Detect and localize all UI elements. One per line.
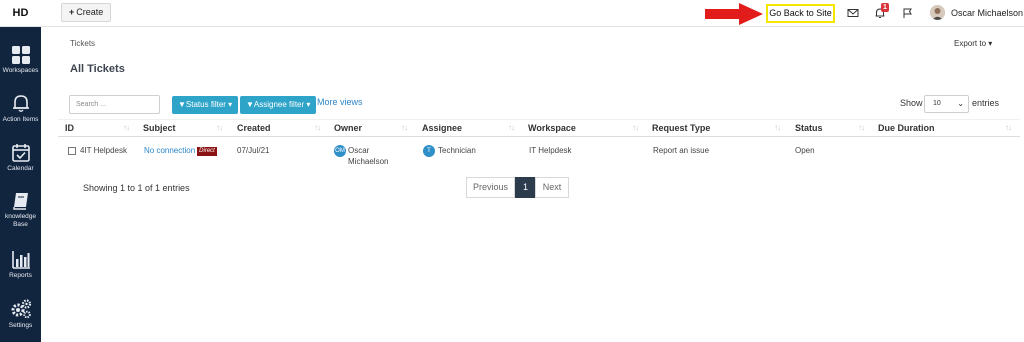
sidebar-item-label: Calendar [7, 165, 34, 172]
user-avatar[interactable] [930, 5, 945, 20]
entries-label: entries [972, 98, 1000, 108]
owner-last-name: Michaelson [348, 157, 389, 166]
sidebar-item-label: Action Items [2, 116, 39, 123]
sort-icon[interactable]: ↑↓ [1005, 123, 1012, 132]
column-header-created[interactable]: Created [237, 123, 271, 133]
sidebar-item-label: Settings [8, 322, 33, 329]
column-header-owner[interactable]: Owner [334, 123, 362, 133]
flag-icon[interactable] [900, 6, 914, 20]
more-views-link[interactable]: More views [317, 97, 363, 107]
column-header-due-duration[interactable]: Due Duration [878, 123, 935, 133]
ticket-status: Open [795, 146, 815, 155]
gears-icon [11, 299, 31, 319]
grid-icon [11, 46, 30, 64]
direct-tag: Direct [197, 147, 217, 156]
ticket-subject: No connection Direct [144, 146, 217, 156]
assignee-avatar: T [423, 145, 435, 157]
sort-icon[interactable]: ↑↓ [314, 123, 321, 132]
status-filter-button[interactable]: ▼Status filter ▾ [172, 96, 239, 114]
ticket-request-type: Report an issue [653, 146, 710, 155]
filter-icon: ▼ [178, 100, 186, 109]
chevron-down-icon: ⌄ [957, 99, 964, 108]
sidebar-item-calendar[interactable]: Calendar [0, 143, 41, 173]
create-button[interactable]: + Create [61, 3, 112, 22]
entries-summary: Showing 1 to 1 of 1 entries [83, 183, 190, 193]
bell-icon [12, 95, 29, 112]
column-header-id[interactable]: ID [65, 123, 74, 133]
calendar-icon [11, 144, 30, 162]
next-page-button[interactable]: Next [535, 177, 569, 198]
sort-icon[interactable]: ↑↓ [508, 123, 515, 132]
ticket-assignee: Technician [438, 146, 476, 155]
column-header-assignee[interactable]: Assignee [422, 123, 462, 133]
sidebar-item-label: Workspaces [2, 67, 39, 74]
sidebar-item-knowledge-base[interactable]: knowledge Base [0, 191, 41, 229]
sort-icon[interactable]: ↑↓ [632, 123, 639, 132]
entries-per-page-select[interactable]: 10 ⌄ [924, 95, 969, 113]
column-header-status[interactable]: Status [795, 123, 823, 133]
sort-icon[interactable]: ↑↓ [216, 123, 223, 132]
breadcrumb[interactable]: Tickets [70, 39, 95, 48]
sidebar-item-settings[interactable]: Settings [0, 299, 41, 330]
sort-icon[interactable]: ↑↓ [774, 123, 781, 132]
export-label: Export to [954, 39, 987, 48]
sidebar-item-workspaces[interactable]: Workspaces [0, 46, 41, 75]
column-header-subject[interactable]: Subject [143, 123, 176, 133]
sidebar-item-reports[interactable]: Reports [0, 250, 41, 280]
sort-icon[interactable]: ↑↓ [401, 123, 408, 132]
caret-down-icon: ▾ [986, 39, 993, 48]
sidebar-item-label: Reports [9, 272, 32, 279]
user-photo-icon [930, 5, 945, 20]
owner-avatar: OM [334, 145, 346, 157]
create-label: Create [76, 7, 104, 17]
bar-chart-icon [11, 251, 30, 269]
page-1-button[interactable]: 1 [515, 177, 536, 198]
previous-page-button[interactable]: Previous [466, 177, 515, 198]
notification-count-badge: 1 [881, 3, 889, 12]
mail-icon[interactable] [846, 6, 860, 20]
caret-down-icon: ▾ [304, 100, 311, 109]
sidebar-item-label: knowledge Base [4, 213, 37, 228]
row-checkbox[interactable] [68, 147, 76, 155]
plus-icon: + [69, 7, 75, 17]
column-header-workspace[interactable]: Workspace [528, 123, 576, 133]
assignee-filter-label: Assignee filter [253, 100, 305, 109]
go-back-to-site-link[interactable]: Go Back to Site [766, 4, 835, 23]
sidebar-item-action-items[interactable]: Action Items [0, 94, 41, 124]
assignee-filter-button[interactable]: ▼Assignee filter ▾ [240, 96, 317, 114]
ticket-subject-link[interactable]: No connection [144, 146, 195, 155]
top-bar: HD + Create Go Back to Site 1 Oscar Micha… [0, 0, 1024, 27]
search-input[interactable]: Search ... [69, 95, 160, 114]
user-name[interactable]: Oscar Michaelson [951, 0, 1023, 27]
column-header-request-type[interactable]: Request Type [652, 123, 710, 133]
table-header: ID ↑↓ Subject ↑↓ Created ↑↓ Owner ↑↓ Ass… [58, 119, 1020, 137]
ticket-id: 4IT Helpdesk [80, 146, 127, 155]
export-to-dropdown[interactable]: Export to ▾ [954, 39, 992, 48]
status-filter-label: Status filter [185, 100, 226, 109]
caret-down-icon: ▾ [225, 100, 233, 109]
red-arrow-icon [705, 3, 763, 25]
owner-first-name: Oscar [348, 146, 370, 155]
show-label: Show [900, 98, 923, 108]
sidebar: Workspaces Action Items Calendar knowled… [0, 27, 41, 342]
book-icon [12, 193, 28, 210]
entries-per-page-value: 10 [933, 100, 941, 107]
brand-logo[interactable]: HD [0, 0, 41, 27]
sort-icon[interactable]: ↑↓ [858, 123, 865, 132]
sort-icon[interactable]: ↑↓ [123, 123, 130, 132]
ticket-workspace: IT Helpdesk [529, 146, 572, 155]
ticket-created: 07/Jul/21 [237, 146, 270, 155]
filter-icon: ▼ [246, 100, 254, 109]
page-title: All Tickets [70, 63, 125, 75]
